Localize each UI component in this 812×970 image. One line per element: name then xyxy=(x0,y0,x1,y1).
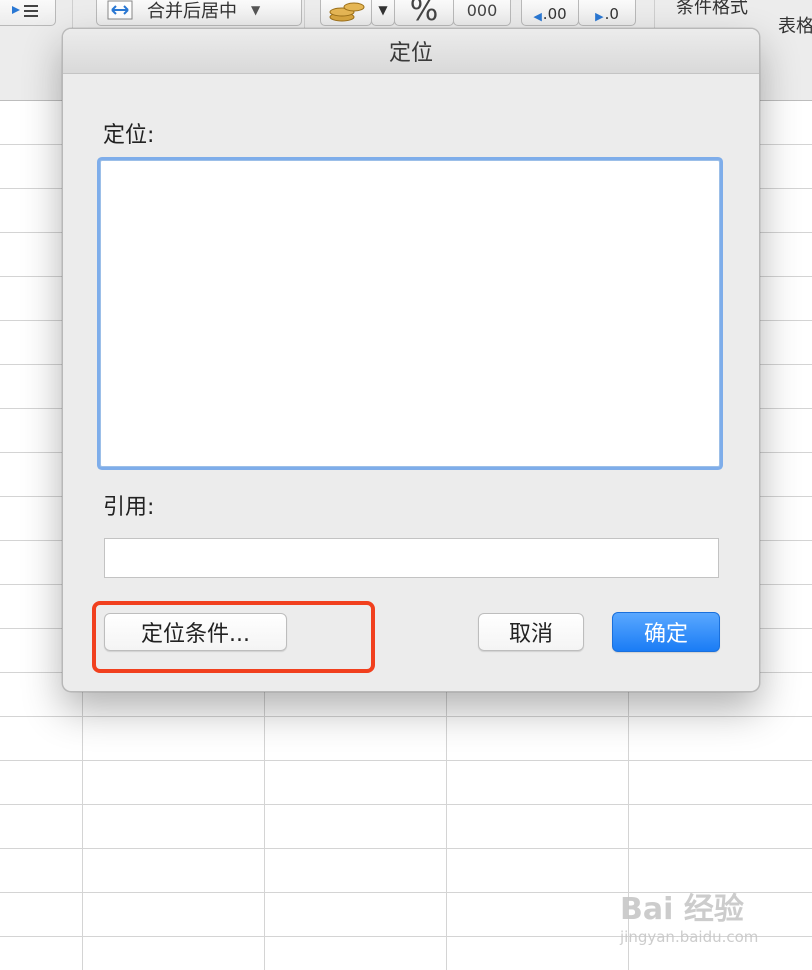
watermark-url: jingyan.baidu.com xyxy=(620,928,759,946)
cancel-button-label: 取消 xyxy=(508,622,553,647)
dialog-title: 定位 xyxy=(388,41,433,66)
chevron-down-icon: ▼ xyxy=(251,3,261,17)
toolbar-separator xyxy=(304,0,305,30)
indent-button[interactable] xyxy=(0,0,56,26)
reference-input[interactable] xyxy=(104,538,719,578)
merge-center-label: 合并后居中 xyxy=(147,1,237,22)
locate-label: 定位: xyxy=(103,123,155,148)
ok-button[interactable]: 确定 xyxy=(612,612,720,652)
merge-center-button[interactable]: 合并后居中 ▼ xyxy=(96,0,302,26)
thousands-label: 000 xyxy=(466,0,498,20)
accounting-format-dropdown[interactable]: ▼ xyxy=(371,0,395,26)
conditional-format-button[interactable]: 条件格式 xyxy=(676,0,748,19)
toolbar-separator xyxy=(72,0,73,30)
coins-icon xyxy=(329,2,365,22)
accounting-format-button[interactable] xyxy=(320,0,372,26)
arrow-left-icon: ◀ xyxy=(533,10,542,23)
indent-icon xyxy=(12,5,38,17)
decrease-decimal-label: .0 xyxy=(604,5,619,23)
decrease-decimal-button[interactable]: ▶ .0 xyxy=(578,0,636,26)
locate-list[interactable] xyxy=(100,160,720,467)
reference-label: 引用: xyxy=(103,495,155,520)
watermark: Bai 经验 jingyan.baidu.com xyxy=(620,884,780,954)
increase-decimal-label: .00 xyxy=(542,5,567,23)
table-format-button[interactable]: 表格 xyxy=(778,12,812,38)
ok-button-label: 确定 xyxy=(643,622,688,647)
merge-cells-icon xyxy=(107,0,133,20)
dialog-titlebar[interactable]: 定位 xyxy=(63,29,759,74)
highlight-annotation xyxy=(92,601,375,673)
toolbar-separator xyxy=(654,0,655,30)
goto-dialog: 定位 定位: 引用: 定位条件... 取消 确定 xyxy=(62,28,760,692)
percent-label: % xyxy=(409,0,439,28)
watermark-logo-text: Bai 经验 xyxy=(620,892,744,927)
percent-button[interactable]: % xyxy=(394,0,454,28)
cancel-button[interactable]: 取消 xyxy=(478,613,584,651)
thousands-separator-button[interactable]: 000 xyxy=(453,0,511,26)
increase-decimal-button[interactable]: ◀ .00 xyxy=(521,0,579,26)
arrow-right-icon: ▶ xyxy=(595,10,604,23)
